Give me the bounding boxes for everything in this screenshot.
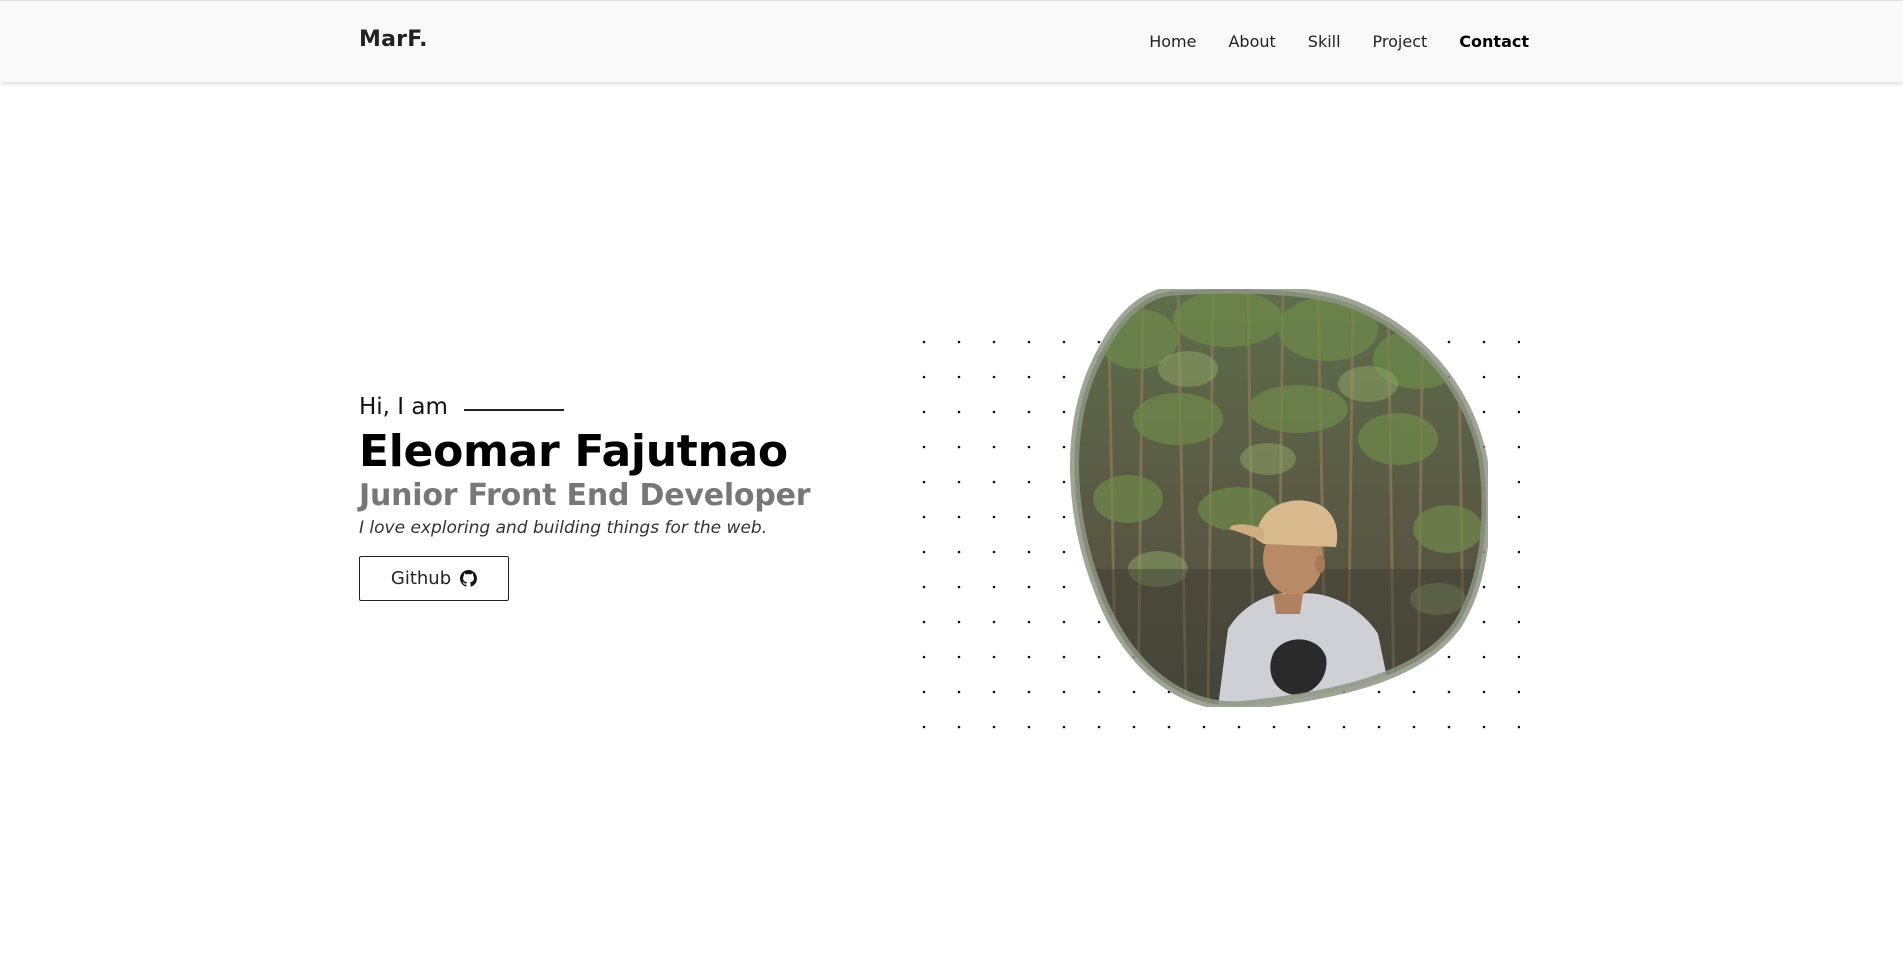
nav-links: Home About Skill Project Contact bbox=[1149, 32, 1529, 51]
hero-role: Junior Front End Developer bbox=[359, 478, 811, 513]
hero-name: Eleomar Fajutnao bbox=[359, 426, 788, 477]
github-icon bbox=[460, 570, 478, 587]
greeting-row: Hi, I am bbox=[359, 390, 879, 424]
github-button[interactable]: Github bbox=[359, 556, 509, 601]
navbar: MarF. Home About Skill Project Contact bbox=[0, 0, 1903, 82]
brand-logo[interactable]: MarF. bbox=[359, 27, 428, 52]
github-button-label: Github bbox=[390, 568, 452, 589]
hero-intro: Hi, I am Eleomar Fajutnao Junior Front E… bbox=[359, 390, 879, 601]
profile-photo bbox=[1068, 289, 1488, 707]
nav-skill-link[interactable]: Skill bbox=[1308, 32, 1341, 51]
greeting-text: Hi, I am bbox=[359, 394, 448, 420]
nav-contact-link[interactable]: Contact bbox=[1459, 32, 1529, 51]
hero-tagline: I love exploring and building things for… bbox=[359, 518, 768, 538]
nav-project-link[interactable]: Project bbox=[1373, 32, 1428, 51]
greeting-divider bbox=[463, 409, 564, 411]
nav-home-link[interactable]: Home bbox=[1149, 32, 1196, 51]
nav-about-link[interactable]: About bbox=[1228, 32, 1275, 51]
